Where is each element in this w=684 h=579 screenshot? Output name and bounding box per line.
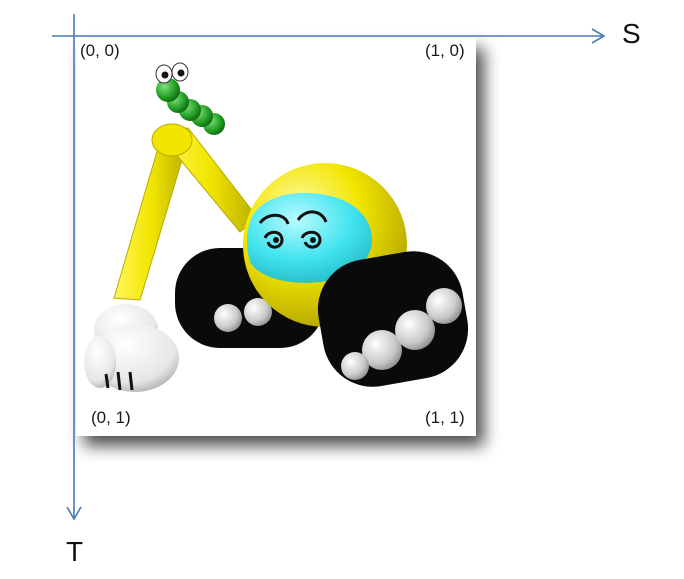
corner-label-top-right: (1, 0) bbox=[425, 41, 465, 60]
t-axis-label: T bbox=[66, 536, 83, 567]
texture-image bbox=[76, 38, 476, 436]
s-axis-label: S bbox=[622, 18, 641, 49]
corner-label-bottom-right: (1, 1) bbox=[425, 408, 465, 427]
texture-coordinate-diagram: S T (0, 0) (1, 0) (0, 1) (1, 1) bbox=[52, 14, 641, 567]
corner-label-top-left: (0, 0) bbox=[80, 41, 120, 60]
corner-label-bottom-left: (0, 1) bbox=[91, 408, 131, 427]
